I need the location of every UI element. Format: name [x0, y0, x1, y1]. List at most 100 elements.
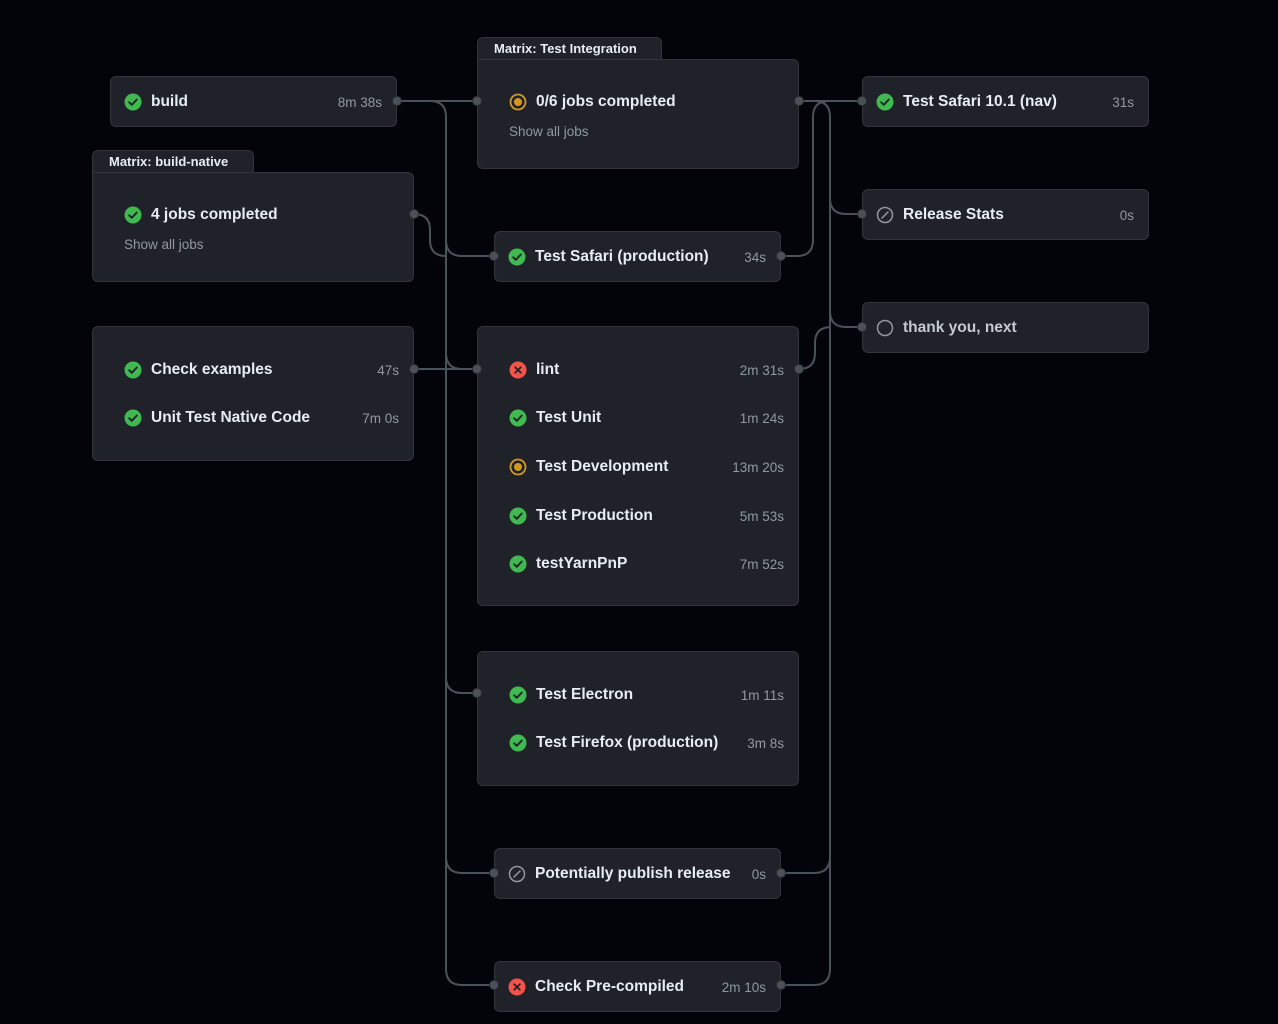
- job-duration: 31s: [1112, 94, 1134, 110]
- job-name: Test Electron: [536, 686, 634, 703]
- connector-dot: [472, 364, 482, 374]
- job-card-thank-you-next[interactable]: thank you, next: [862, 302, 1149, 353]
- job-name: Unit Test Native Code: [151, 409, 311, 426]
- job-name: thank you, next: [903, 319, 1017, 336]
- connector-dot: [472, 688, 482, 698]
- job-test-electron[interactable]: Test Electron 1m 11s: [478, 683, 798, 707]
- connector-dot: [857, 322, 867, 332]
- job-test-development[interactable]: Test Development 13m 20s: [478, 455, 798, 479]
- status-skipped-icon: [508, 865, 526, 883]
- job-test-firefox-production[interactable]: Test Firefox (production) 3m 8s: [478, 731, 798, 755]
- job-thank-you-next[interactable]: thank you, next: [863, 316, 1148, 340]
- show-all-jobs-link[interactable]: Show all jobs: [124, 237, 204, 252]
- status-success-icon: [509, 555, 527, 573]
- job-safari-nav[interactable]: Test Safari 10.1 (nav) 31s: [863, 90, 1148, 114]
- job-duration: 1m 11s: [740, 687, 784, 703]
- edge: [445, 353, 477, 694]
- status-failure-icon: [509, 361, 527, 379]
- matrix-summary: 0/6 jobs completed: [536, 93, 676, 110]
- job-safari-production[interactable]: Test Safari (production) 34s: [495, 245, 780, 269]
- edge: [799, 100, 862, 215]
- job-check-examples[interactable]: Check examples 47s: [93, 358, 413, 382]
- job-duration: 0s: [1119, 207, 1134, 223]
- status-success-icon: [508, 248, 526, 266]
- connector-dot: [489, 868, 499, 878]
- job-duration: 34s: [744, 249, 766, 265]
- edge: [781, 856, 831, 874]
- job-name: Test Production: [536, 507, 653, 524]
- connector-dot: [489, 251, 499, 261]
- edge: [445, 239, 494, 257]
- job-lint[interactable]: lint 2m 31s: [478, 358, 798, 382]
- job-group-tests: lint 2m 31s Test Unit 1m 24s Test Develo…: [477, 326, 799, 606]
- job-name: Potentially publish release: [535, 865, 731, 882]
- job-name: testYarnPnP: [536, 555, 628, 572]
- job-duration: 7m 52s: [739, 556, 784, 572]
- connector-dot: [409, 209, 419, 219]
- connector-dot: [794, 364, 804, 374]
- status-success-icon: [124, 206, 142, 224]
- job-duration: 1m 24s: [739, 410, 784, 426]
- status-success-icon: [124, 409, 142, 427]
- status-success-icon: [124, 93, 142, 111]
- status-skipped-icon: [876, 206, 894, 224]
- matrix-test-integration-summary[interactable]: 0/6 jobs completed: [478, 90, 798, 114]
- job-publish-release[interactable]: Potentially publish release 0s: [495, 862, 780, 886]
- connector-dot: [489, 980, 499, 990]
- job-group-native: Check examples 47s Unit Test Native Code…: [92, 326, 414, 461]
- matrix-test-integration-card[interactable]: 0/6 jobs completed Show all jobs: [477, 59, 799, 169]
- job-duration: 8m 38s: [337, 94, 382, 110]
- status-pending-icon: [876, 319, 894, 337]
- job-group-browsers: Test Electron 1m 11s Test Firefox (produ…: [477, 651, 799, 786]
- job-name: Test Development: [536, 458, 669, 475]
- connector-dot: [857, 209, 867, 219]
- job-release-stats[interactable]: Release Stats 0s: [863, 203, 1148, 227]
- status-success-icon: [509, 507, 527, 525]
- job-card-publish-release[interactable]: Potentially publish release 0s: [494, 848, 781, 899]
- job-card-safari-nav[interactable]: Test Safari 10.1 (nav) 31s: [862, 76, 1149, 127]
- job-card-safari-production[interactable]: Test Safari (production) 34s: [494, 231, 781, 282]
- edge: [798, 326, 832, 370]
- status-in-progress-icon: [509, 458, 527, 476]
- matrix-build-native-summary[interactable]: 4 jobs completed: [93, 203, 413, 227]
- edge: [413, 213, 447, 257]
- job-duration: 3m 8s: [747, 735, 784, 751]
- edge: [445, 857, 494, 986]
- job-duration: 47s: [377, 362, 399, 378]
- job-name: Test Unit: [536, 409, 602, 426]
- job-check-precompiled[interactable]: Check Pre-compiled 2m 10s: [495, 975, 780, 999]
- matrix-summary: 4 jobs completed: [151, 206, 278, 223]
- connector-dot: [776, 868, 786, 878]
- edge: [829, 198, 862, 328]
- job-duration: 5m 53s: [739, 508, 784, 524]
- job-name: lint: [536, 361, 560, 378]
- job-test-yarn-pnp[interactable]: testYarnPnP 7m 52s: [478, 552, 798, 576]
- status-in-progress-icon: [509, 93, 527, 111]
- job-name: Release Stats: [903, 206, 1004, 223]
- job-name: Check Pre-compiled: [535, 978, 685, 995]
- job-name: build: [151, 93, 189, 110]
- matrix-build-native-tab: Matrix: build-native: [92, 150, 254, 174]
- connector-dot: [776, 251, 786, 261]
- job-name: Test Safari 10.1 (nav): [903, 93, 1057, 110]
- matrix-build-native-card[interactable]: 4 jobs completed Show all jobs: [92, 172, 414, 282]
- job-build[interactable]: build 8m 38s: [111, 90, 396, 114]
- job-test-production[interactable]: Test Production 5m 53s: [478, 504, 798, 528]
- job-name: Test Safari (production): [535, 248, 709, 265]
- connector-dot: [857, 96, 867, 106]
- job-card-check-precompiled[interactable]: Check Pre-compiled 2m 10s: [494, 961, 781, 1012]
- job-test-unit[interactable]: Test Unit 1m 24s: [478, 406, 798, 430]
- job-duration: 2m 10s: [721, 979, 766, 995]
- status-success-icon: [509, 686, 527, 704]
- job-unit-test-native[interactable]: Unit Test Native Code 7m 0s: [93, 406, 413, 430]
- job-name: Check examples: [151, 361, 273, 378]
- job-card-build[interactable]: build 8m 38s: [110, 76, 397, 127]
- show-all-jobs-link[interactable]: Show all jobs: [509, 124, 589, 139]
- status-success-icon: [509, 409, 527, 427]
- connector-dot: [392, 96, 402, 106]
- connector-dot: [472, 96, 482, 106]
- connector-dot: [409, 364, 419, 374]
- connector-dot: [776, 980, 786, 990]
- matrix-test-integration-tab: Matrix: Test Integration: [477, 37, 662, 61]
- job-card-release-stats[interactable]: Release Stats 0s: [862, 189, 1149, 240]
